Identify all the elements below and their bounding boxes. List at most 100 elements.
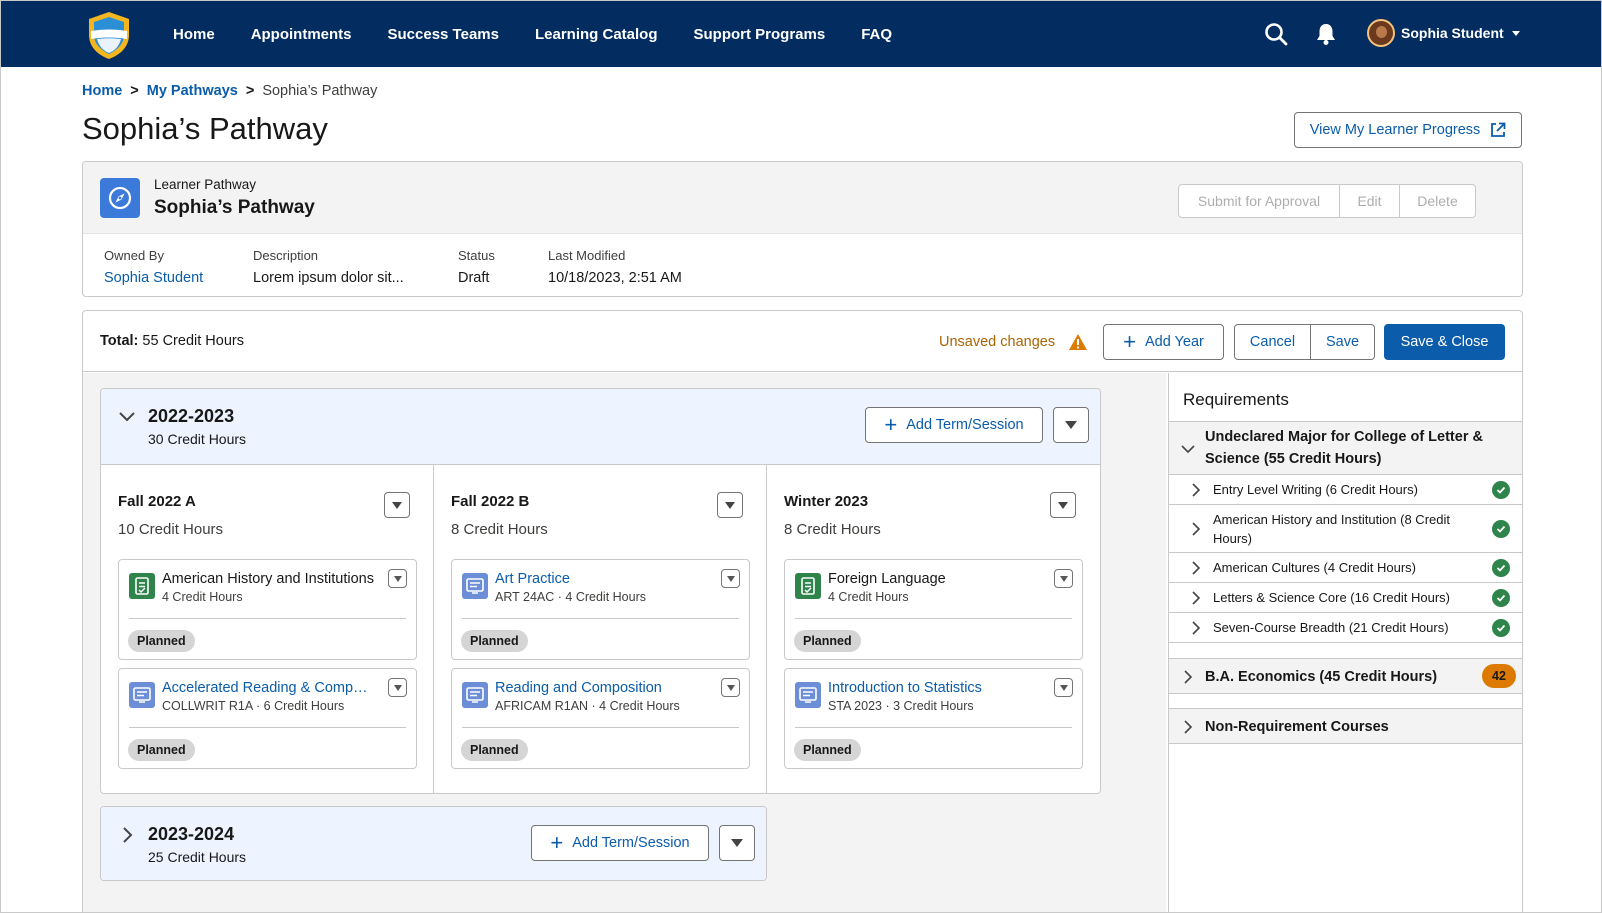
requirement-item[interactable]: Letters & Science Core (16 Credit Hours) [1169,583,1522,613]
course-link[interactable]: Art Practice [495,571,707,587]
term-column: Fall 2022 A 10 Credit Hours American His… [101,465,434,793]
nav-support-programs[interactable]: Support Programs [694,26,826,43]
shield-logo[interactable] [83,9,135,61]
description-label: Description [253,248,319,263]
course-menu-button[interactable] [1054,569,1073,588]
edit-button[interactable]: Edit [1340,184,1400,218]
chevron-down-icon [731,839,743,847]
nav-success-teams[interactable]: Success Teams [388,26,499,43]
chevron-down-icon [393,575,402,582]
status-badge: Planned [128,739,195,761]
unsaved-changes-text: Unsaved changes [939,334,1056,350]
requirement-item-label: Entry Level Writing (6 Credit Hours) [1213,482,1418,497]
chevron-down-icon[interactable] [117,407,137,427]
course-menu-button[interactable] [721,569,740,588]
year-header: 2022-2023 30 Credit Hours + Add Term/Ses… [101,389,1100,465]
total-label: Total: [100,333,139,349]
chevron-down-icon [1181,445,1195,454]
cancel-button[interactable]: Cancel [1234,324,1311,360]
course-icon [129,682,155,708]
term-title: Fall 2022 B [451,493,530,510]
chevron-down-icon [1059,575,1068,582]
save-and-close-button[interactable]: Save & Close [1384,324,1505,360]
term-column: Fall 2022 B 8 Credit Hours Art Practice … [434,465,767,793]
add-year-button[interactable]: + Add Year [1103,324,1224,360]
status-badge: Planned [794,739,861,761]
page-title: Sophia’s Pathway [82,111,328,146]
term-title: Fall 2022 A [118,493,196,510]
planner-years-area: 2022-2023 30 Credit Hours + Add Term/Ses… [83,373,1166,912]
requirement-group-label: Undeclared Major for College of Letter &… [1205,429,1483,467]
bell-icon[interactable] [1313,21,1339,47]
term-menu-button[interactable] [717,492,743,518]
nav-faq[interactable]: FAQ [861,26,892,43]
breadcrumb-my-pathways[interactable]: My Pathways [147,83,238,99]
course-link[interactable]: Accelerated Reading & Composition [162,680,374,696]
delete-button[interactable]: Delete [1400,184,1476,218]
add-term-button[interactable]: + Add Term/Session [531,825,709,861]
year-credits: 25 Credit Hours [148,849,247,865]
requirement-item[interactable]: Seven-Course Breadth (21 Credit Hours) [1169,613,1522,643]
record-header-card: Learner Pathway Sophia’s Pathway Submit … [82,161,1523,297]
course-menu-button[interactable] [1054,678,1073,697]
chevron-right-icon[interactable] [117,825,137,845]
year-credits: 30 Credit Hours [148,431,247,447]
requirement-group[interactable]: Non-Requirement Courses [1169,708,1522,744]
nav-learning-catalog[interactable]: Learning Catalog [535,26,658,43]
compass-icon [100,178,140,218]
search-icon[interactable] [1263,21,1289,47]
warning-icon [1069,334,1088,350]
course-link[interactable]: Introduction to Statistics [828,680,1040,696]
requirement-group[interactable]: Undeclared Major for College of Letter &… [1169,421,1522,475]
nav-appointments[interactable]: Appointments [251,26,352,43]
user-menu[interactable]: Sophia Student [1367,19,1520,47]
course-icon [795,682,821,708]
requirement-group-label: Non-Requirement Courses [1205,719,1389,735]
breadcrumb-home[interactable]: Home [82,83,122,99]
view-learner-progress-label: View My Learner Progress [1309,122,1481,138]
course-name: American History and Institutions [162,571,374,587]
app-frame: Home Appointments Success Teams Learning… [0,0,1602,913]
breadcrumb-separator: > [130,83,139,99]
pathway-planner: Total: 55 Credit Hours Unsaved changes +… [82,310,1523,912]
chevron-down-icon [392,501,402,509]
course-menu-button[interactable] [388,569,407,588]
course-credits: ART 24AC · 4 Credit Hours [495,590,646,604]
total-value: 55 Credit Hours [142,333,244,349]
term-menu-button[interactable] [384,492,410,518]
course-credits: AFRICAM R1AN · 4 Credit Hours [495,699,680,713]
check-icon [1492,559,1510,577]
year-menu-button[interactable] [1053,407,1089,443]
check-icon [1492,481,1510,499]
year-header: 2023-2024 25 Credit Hours + Add Term/Ses… [101,807,766,880]
breadcrumb-separator: > [245,83,255,99]
course-icon [462,573,488,599]
course-card: Reading and Composition AFRICAM R1AN · 4… [451,668,750,769]
divider [129,618,406,619]
chevron-down-icon [726,575,735,582]
nav-links: Home Appointments Success Teams Learning… [151,1,906,67]
check-icon [1492,520,1510,538]
requirement-item[interactable]: American Cultures (4 Credit Hours) [1169,553,1522,583]
owned-by-field: Owned By Sophia Student [104,248,203,286]
year-menu-button[interactable] [719,825,755,861]
nav-home[interactable]: Home [173,26,215,43]
requirement-group[interactable]: B.A. Economics (45 Credit Hours) 42 [1169,658,1522,694]
save-button[interactable]: Save [1311,324,1375,360]
avatar [1367,19,1395,47]
owned-by-link[interactable]: Sophia Student [104,270,203,286]
submit-for-approval-button[interactable]: Submit for Approval [1178,184,1340,218]
requirement-item[interactable]: American History and Institution (8 Cred… [1169,505,1522,553]
add-term-button[interactable]: + Add Term/Session [865,407,1043,443]
record-actions: Submit for Approval Edit Delete [1178,184,1476,218]
top-nav: Home Appointments Success Teams Learning… [1,1,1601,67]
requirement-item[interactable]: Entry Level Writing (6 Credit Hours) [1169,475,1522,505]
course-card: Accelerated Reading & Composition COLLWR… [118,668,417,769]
term-menu-button[interactable] [1050,492,1076,518]
view-learner-progress-button[interactable]: View My Learner Progress [1294,112,1522,148]
record-object-label: Learner Pathway [154,177,257,192]
term-title: Winter 2023 [784,493,869,510]
course-menu-button[interactable] [721,678,740,697]
course-menu-button[interactable] [388,678,407,697]
course-link[interactable]: Reading and Composition [495,680,707,696]
